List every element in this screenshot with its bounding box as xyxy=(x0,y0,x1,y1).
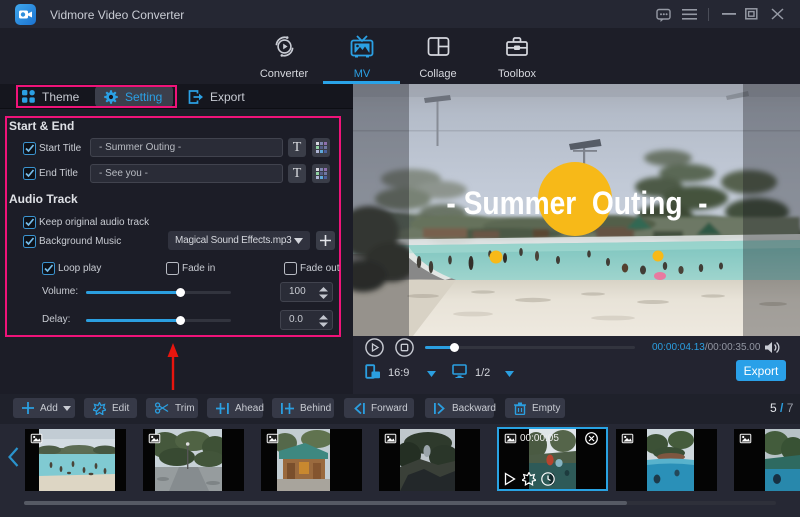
svg-text:- Summer Outing -: - Summer Outing - xyxy=(446,186,707,221)
